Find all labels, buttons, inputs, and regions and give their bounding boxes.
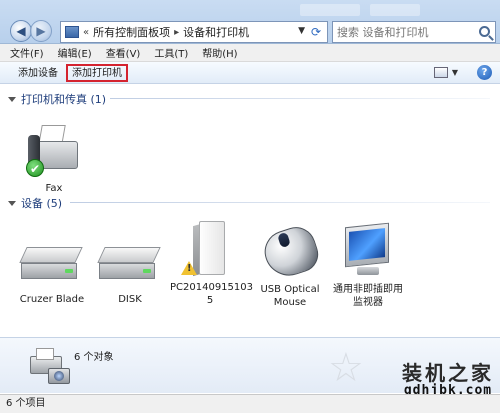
breadcrumb-separator[interactable]: ▸ (174, 27, 179, 38)
refresh-icon[interactable]: ⟳ (308, 24, 324, 40)
mouse-icon (255, 222, 325, 282)
forward-button[interactable]: ▶ (30, 20, 52, 42)
device-label-line2: 监视器 (353, 297, 383, 308)
device-usb-mouse[interactable]: USB Optical Mouse (250, 222, 330, 309)
menu-help[interactable]: 帮助(H) (202, 45, 237, 60)
back-arrow-icon: ◀ (16, 24, 26, 38)
command-bar: 添加设备 添加打印机 ▼ ? (0, 62, 500, 84)
default-check-icon: ✔ (26, 159, 44, 177)
window-titlebar: ◀ ▶ « 所有控制面板项 ▸ 设备和打印机 ▼ ⟳ (0, 0, 500, 44)
breadcrumb-overflow[interactable]: « (83, 27, 89, 38)
group-divider (110, 98, 490, 99)
search-input[interactable] (337, 25, 467, 39)
address-bar[interactable]: « 所有控制面板项 ▸ 设备和打印机 ▼ ⟳ (60, 21, 328, 43)
devices-printers-icon (30, 346, 70, 386)
menu-tools[interactable]: 工具(T) (154, 45, 188, 60)
menu-file[interactable]: 文件(F) (10, 45, 44, 60)
device-label-line2: 5 (206, 295, 214, 306)
breadcrumb-devices-printers[interactable]: 设备和打印机 (183, 24, 249, 40)
collapse-arrow-icon[interactable] (8, 96, 16, 102)
group-divider (70, 202, 490, 203)
monitor-icon (337, 222, 399, 281)
collapse-arrow-icon[interactable] (8, 200, 16, 206)
group-devices-title: 设备 (5) (21, 197, 63, 210)
breadcrumb-all-control-panel[interactable]: 所有控制面板项 (93, 24, 170, 40)
object-count: 6 个对象 (74, 352, 114, 363)
menu-edit[interactable]: 编辑(E) (58, 45, 92, 60)
pc-tower-icon (179, 221, 241, 279)
view-dropdown-icon[interactable]: ▼ (452, 68, 458, 77)
help-icon[interactable]: ? (477, 65, 492, 80)
device-label-line1: PC20140915103 (170, 282, 253, 293)
device-label-line1: USB Optical (260, 284, 320, 295)
device-label: Cruzer Blade (19, 294, 85, 305)
add-printer-button[interactable]: 添加打印机 (66, 64, 128, 82)
device-list-pane: 打印机和传真 (1) ✔ Fax 设备 (5) Cruzer Blade DIS… (0, 85, 500, 337)
device-label-line1: 通用非即插即用 (333, 284, 403, 295)
status-item-count: 6 个项目 (6, 398, 46, 409)
watermark-star-icon: ☆ (328, 345, 364, 391)
address-dropdown-icon[interactable]: ▼ (298, 26, 305, 36)
device-monitor[interactable]: 通用非即插即用 监视器 (328, 222, 408, 309)
group-printers-header[interactable]: 打印机和传真 (1) (8, 91, 106, 107)
warning-icon (181, 261, 197, 275)
status-bar: 6 个项目 (0, 394, 500, 413)
forward-arrow-icon: ▶ (36, 24, 46, 38)
device-label-line2: Mouse (273, 297, 307, 308)
back-button[interactable]: ◀ (10, 20, 32, 42)
group-printers-title: 打印机和传真 (1) (21, 93, 107, 106)
disk-drive-icon (19, 237, 83, 287)
background-tab (300, 4, 360, 16)
disk-drive-icon (97, 237, 161, 287)
device-disk[interactable]: DISK (90, 237, 170, 306)
fax-printer-icon: ✔ (24, 123, 84, 178)
device-fax[interactable]: ✔ Fax (14, 123, 94, 195)
watermark-title: 装机之家 (402, 361, 494, 385)
view-options-icon[interactable] (434, 67, 448, 78)
control-panel-icon (65, 26, 79, 38)
add-device-button[interactable]: 添加设备 (14, 66, 62, 82)
device-cruzer-blade[interactable]: Cruzer Blade (12, 237, 92, 306)
search-box[interactable] (332, 21, 496, 43)
menu-view[interactable]: 查看(V) (106, 45, 141, 60)
device-label: DISK (118, 294, 142, 305)
menu-bar: 文件(F) 编辑(E) 查看(V) 工具(T) 帮助(H) (0, 44, 500, 62)
device-label: Fax (45, 183, 63, 194)
background-tab (370, 4, 420, 16)
search-icon[interactable] (479, 26, 490, 37)
watermark: 装机之家 gdhjbk.com (402, 362, 494, 398)
device-pc[interactable]: PC20140915103 5 (170, 221, 253, 307)
group-devices-header[interactable]: 设备 (5) (8, 195, 62, 211)
